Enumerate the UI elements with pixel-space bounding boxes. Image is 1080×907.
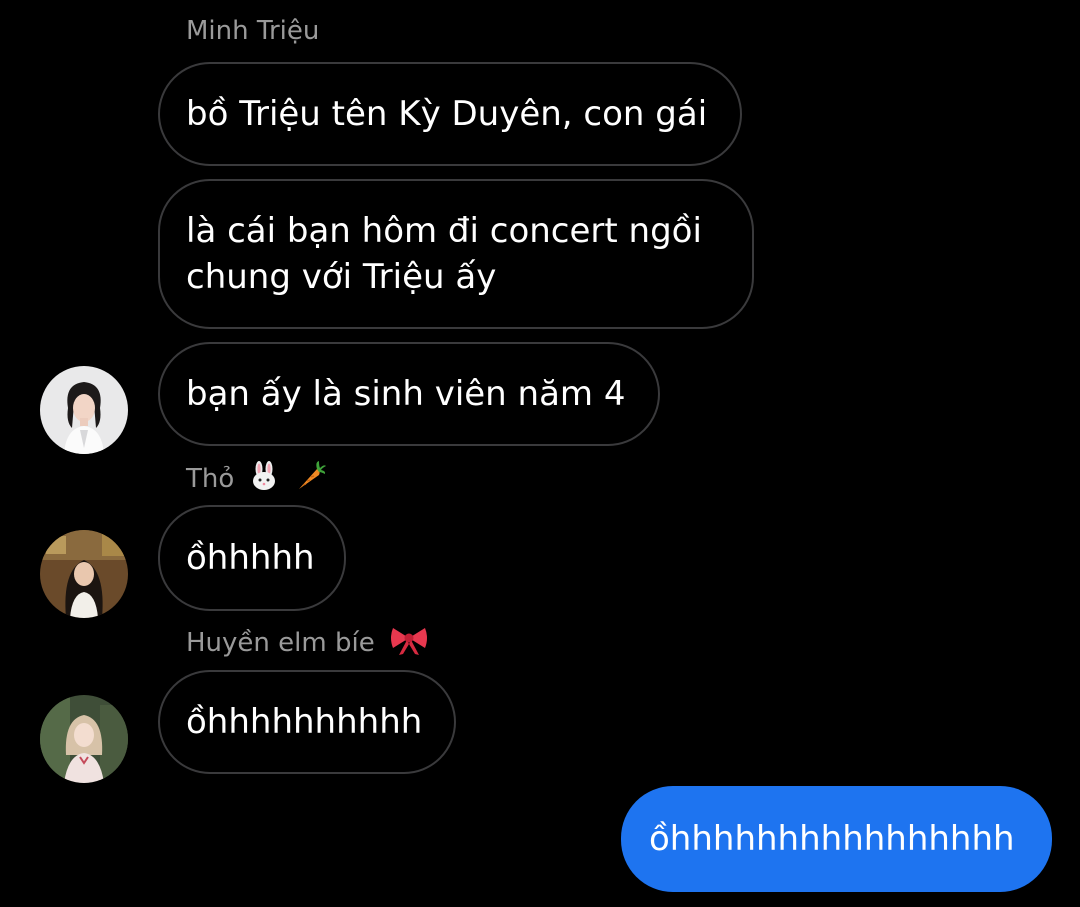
message-text: là cái bạn hôm đi concert ngồi chung với… [186, 211, 702, 297]
rabbit-icon [249, 461, 279, 498]
message-bubble[interactable]: bạn ấy là sinh viên năm 4 [158, 342, 660, 446]
message-text: bồ Triệu tên Kỳ Duyên, con gái [186, 94, 708, 134]
avatar[interactable] [40, 366, 128, 454]
carrot-icon [293, 459, 327, 500]
message-text: ồhhhhhhhhhhhhhhhh [649, 819, 1015, 859]
message-bubble[interactable]: ồhhhhhhhhhh [158, 670, 456, 774]
sent-message-bubble[interactable]: ồhhhhhhhhhhhhhhhh [621, 786, 1052, 892]
sender-name: Huyền elm bíe [186, 624, 429, 663]
message-bubble[interactable]: ồhhhhh [158, 505, 346, 611]
avatar[interactable] [40, 695, 128, 783]
message-text: ồhhhhh [186, 538, 315, 578]
sender-name: Minh Triệu [186, 16, 320, 46]
message-bubble[interactable]: bồ Triệu tên Kỳ Duyên, con gái [158, 62, 742, 166]
avatar[interactable] [40, 530, 128, 618]
message-bubble[interactable]: là cái bạn hôm đi concert ngồi chung với… [158, 179, 754, 329]
message-text: ồhhhhhhhhhh [186, 702, 423, 742]
message-text: bạn ấy là sinh viên năm 4 [186, 374, 626, 414]
ribbon-icon [389, 624, 429, 663]
sender-name: Thỏ [186, 459, 327, 500]
